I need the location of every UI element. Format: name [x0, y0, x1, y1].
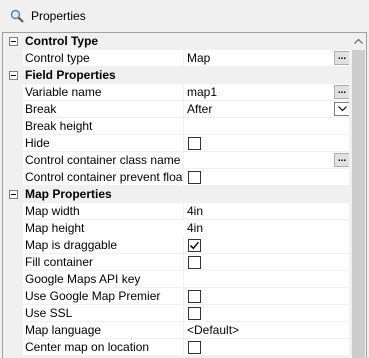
property-value[interactable]: [184, 118, 351, 135]
property-name: Use SSL: [23, 305, 184, 322]
property-name: Break: [23, 101, 184, 118]
category-control-type[interactable]: Control Type: [3, 33, 351, 50]
collapse-toggle[interactable]: [9, 71, 18, 80]
vertical-scrollbar[interactable]: [349, 33, 366, 358]
property-row-map-language[interactable]: Map language <Default>: [3, 322, 351, 339]
checkbox[interactable]: [188, 307, 201, 320]
property-row-map-width[interactable]: Map width 4in: [3, 203, 351, 220]
property-row-center-map[interactable]: Center map on location: [3, 339, 351, 356]
property-row-variable-name[interactable]: Variable name map1 ...: [3, 84, 351, 101]
property-value[interactable]: map1 ...: [184, 84, 351, 101]
property-name: Control type: [23, 50, 184, 67]
chevron-down-icon: [338, 106, 347, 112]
property-name: Variable name: [23, 84, 184, 101]
property-row-use-ssl[interactable]: Use SSL: [3, 305, 351, 322]
category-map-properties[interactable]: Map Properties: [3, 186, 351, 203]
property-name: Use Google Map Premier: [23, 288, 184, 305]
property-name: Fill container: [23, 254, 184, 271]
checkbox[interactable]: [188, 256, 201, 269]
category-label: Control Type: [25, 34, 99, 48]
checkmark-icon: [190, 241, 200, 250]
property-value[interactable]: Map ...: [184, 50, 351, 67]
collapse-toggle[interactable]: [9, 190, 18, 199]
magnifier-icon: [10, 9, 24, 23]
category-label: Map Properties: [25, 187, 112, 201]
ellipsis-button[interactable]: ...: [334, 85, 350, 99]
property-row-google-maps-api-key[interactable]: Google Maps API key: [3, 271, 351, 288]
property-name: Map language: [23, 322, 184, 339]
property-value[interactable]: ...: [184, 152, 351, 169]
panel-title: Properties: [31, 9, 86, 23]
checkbox[interactable]: [188, 290, 201, 303]
property-value[interactable]: <Default>: [184, 322, 351, 339]
scroll-up-button[interactable]: [350, 33, 366, 50]
property-value: [184, 339, 351, 356]
property-value: [184, 237, 351, 254]
property-name: Break height: [23, 118, 184, 135]
property-name: Control container prevent float: [23, 169, 184, 186]
checkbox[interactable]: [188, 341, 201, 354]
property-name: Map is draggable: [23, 237, 184, 254]
property-value[interactable]: [184, 271, 351, 288]
property-value: [184, 288, 351, 305]
scroll-thumb[interactable]: [352, 50, 365, 358]
properties-panel-header: Properties: [0, 0, 369, 32]
property-name: Control container class name: [23, 152, 184, 169]
collapse-toggle[interactable]: [9, 37, 18, 46]
property-row-map-draggable[interactable]: Map is draggable: [3, 237, 351, 254]
property-row-break-height[interactable]: Break height: [3, 118, 351, 135]
property-row-hide[interactable]: Hide: [3, 135, 351, 152]
property-grid: Control Type Control type Map ... Field …: [2, 32, 367, 358]
property-value[interactable]: 4in: [184, 220, 351, 237]
category-label: Field Properties: [25, 68, 116, 82]
category-field-properties[interactable]: Field Properties: [3, 67, 351, 84]
property-value: [184, 169, 351, 186]
checkbox[interactable]: [188, 137, 201, 150]
property-name: Hide: [23, 135, 184, 152]
property-value: [184, 305, 351, 322]
property-value: [184, 254, 351, 271]
property-value: [184, 135, 351, 152]
dropdown-button[interactable]: [334, 102, 350, 116]
ellipsis-button[interactable]: ...: [334, 51, 350, 65]
property-row-map-height[interactable]: Map height 4in: [3, 220, 351, 237]
property-name: Map width: [23, 203, 184, 220]
chevron-up-icon: [354, 39, 363, 44]
property-value[interactable]: After: [184, 101, 351, 118]
checkbox[interactable]: [188, 171, 201, 184]
property-name: Map height: [23, 220, 184, 237]
property-row-control-type[interactable]: Control type Map ...: [3, 50, 351, 67]
property-name: Google Maps API key: [23, 271, 184, 288]
ellipsis-button[interactable]: ...: [334, 153, 350, 167]
property-row-prevent-float[interactable]: Control container prevent float: [3, 169, 351, 186]
property-name: Center map on location: [23, 339, 184, 356]
property-row-break[interactable]: Break After: [3, 101, 351, 118]
property-row-fill-container[interactable]: Fill container: [3, 254, 351, 271]
property-value[interactable]: 4in: [184, 203, 351, 220]
checkbox-checked[interactable]: [188, 239, 201, 252]
property-row-container-class-name[interactable]: Control container class name ...: [3, 152, 351, 169]
property-row-google-map-premier[interactable]: Use Google Map Premier: [3, 288, 351, 305]
